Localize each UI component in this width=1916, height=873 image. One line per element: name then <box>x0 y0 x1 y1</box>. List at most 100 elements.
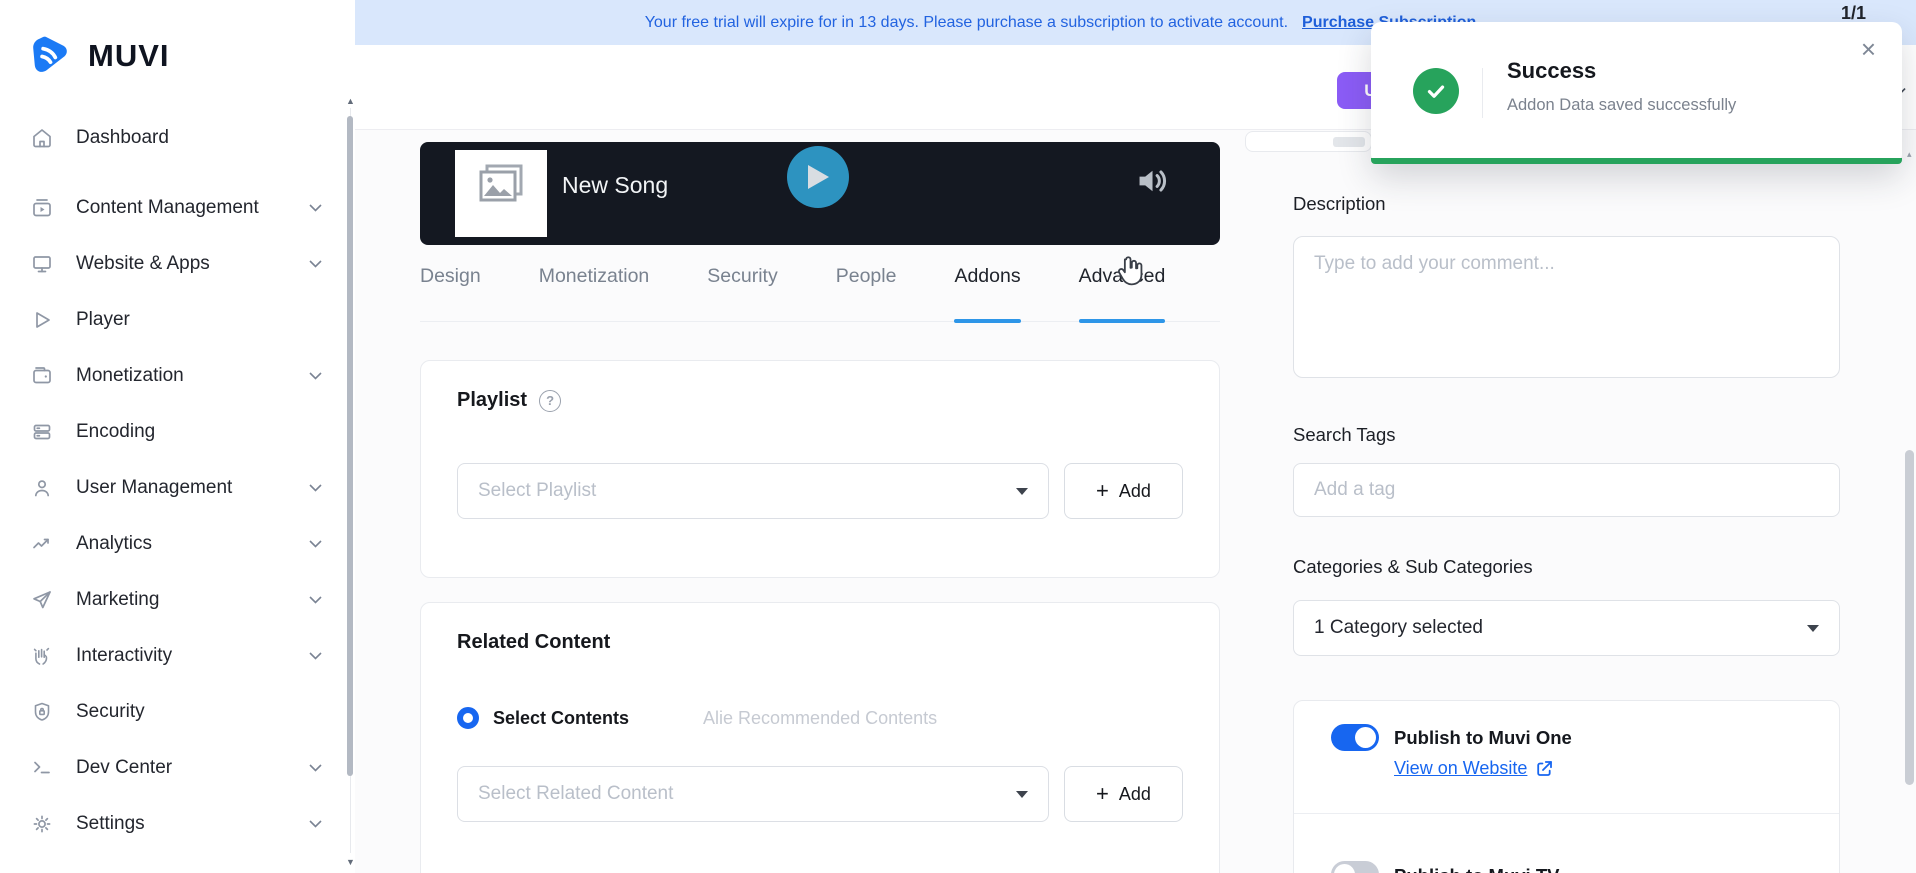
play-outline-icon <box>30 308 54 332</box>
tab-security[interactable]: Security <box>707 265 777 321</box>
plus-icon: + <box>1096 783 1109 805</box>
publish-muvi-tv-toggle[interactable] <box>1331 861 1379 873</box>
description-textarea[interactable] <box>1293 236 1840 378</box>
playlist-card: Playlist ? Select Playlist + Add <box>420 360 1220 578</box>
content-tabs: Design Monetization Security People Addo… <box>420 265 1220 322</box>
sidebar: MUVI Dashboard Content Management <box>0 0 355 873</box>
volume-icon[interactable] <box>1134 162 1172 200</box>
sidebar-item-encoding[interactable]: Encoding <box>0 404 344 460</box>
sidebar-item-analytics[interactable]: Analytics <box>0 516 344 572</box>
tab-addons[interactable]: Addons <box>954 265 1020 321</box>
sidebar-item-label: Encoding <box>76 421 155 443</box>
sidebar-item-dev-center[interactable]: Dev Center <box>0 740 344 796</box>
sidebar-item-label: Analytics <box>76 533 152 555</box>
server-stack-icon <box>30 420 54 444</box>
success-check-icon <box>1413 68 1459 114</box>
sidebar-item-settings[interactable]: Settings <box>0 796 344 852</box>
sidebar-item-user-management[interactable]: User Management <box>0 460 344 516</box>
sidebar-item-marketing[interactable]: Marketing <box>0 572 344 628</box>
publish-muvi-one-toggle[interactable] <box>1331 724 1379 751</box>
related-content-select-placeholder: Select Related Content <box>478 783 673 805</box>
sidebar-item-label: Dashboard <box>76 127 169 149</box>
sidebar-item-label: User Management <box>76 477 232 499</box>
home-icon <box>30 126 54 150</box>
view-on-website-link[interactable]: View on Website <box>1394 758 1554 779</box>
sidebar-item-label: Dev Center <box>76 757 172 779</box>
divider <box>1294 813 1839 814</box>
sidebar-item-label: Security <box>76 701 145 723</box>
sidebar-item-label: Monetization <box>76 365 184 387</box>
sidebar-scrollbar-thumb[interactable] <box>347 116 353 776</box>
help-icon[interactable]: ? <box>539 390 561 412</box>
trial-banner-message: Your free trial will expire for in 13 da… <box>645 14 1288 32</box>
sidebar-item-dashboard[interactable]: Dashboard <box>0 110 344 166</box>
caret-down-icon <box>1016 791 1028 798</box>
categories-label: Categories & Sub Categories <box>1293 556 1533 578</box>
play-button[interactable] <box>787 146 849 208</box>
tab-monetization[interactable]: Monetization <box>539 265 650 321</box>
tab-design[interactable]: Design <box>420 265 481 321</box>
track-thumbnail <box>455 150 547 237</box>
paper-plane-icon <box>30 588 54 612</box>
sidebar-item-website-apps[interactable]: Website & Apps <box>0 236 344 292</box>
track-title: New Song <box>562 172 668 199</box>
sidebar-item-label: Marketing <box>76 589 159 611</box>
sidebar-item-player[interactable]: Player <box>0 292 344 348</box>
related-content-add-label: Add <box>1119 784 1151 805</box>
publish-muvi-one-label: Publish to Muvi One <box>1394 727 1572 749</box>
chevron-down-icon <box>309 596 322 604</box>
close-icon[interactable]: × <box>1861 36 1876 62</box>
chevron-down-icon <box>309 652 322 660</box>
content-management-icon <box>30 196 54 220</box>
tab-advanced[interactable]: Advanced <box>1079 265 1166 321</box>
divider <box>1482 68 1483 118</box>
sidebar-item-security[interactable]: Security <box>0 684 344 740</box>
trend-chart-icon <box>30 532 54 556</box>
description-label: Description <box>1293 193 1386 215</box>
search-tags-label: Search Tags <box>1293 424 1396 446</box>
playlist-add-button[interactable]: + Add <box>1064 463 1183 519</box>
shield-lock-icon <box>30 700 54 724</box>
chevron-down-icon <box>309 372 322 380</box>
caret-down-icon <box>1807 625 1819 632</box>
scroll-down-arrow[interactable]: ▼ <box>346 857 355 867</box>
chevron-down-icon <box>309 820 322 828</box>
sidebar-item-label: Settings <box>76 813 145 835</box>
scroll-up-arrow[interactable]: ▴ <box>1907 149 1912 160</box>
publish-card: Publish to Muvi One View on Website Publ… <box>1293 700 1840 873</box>
scroll-up-arrow[interactable]: ▲ <box>346 96 355 106</box>
sidebar-item-label: Website & Apps <box>76 253 210 275</box>
gear-icon <box>30 812 54 836</box>
categories-selected-value: 1 Category selected <box>1314 617 1483 639</box>
radio-select-contents-label[interactable]: Select Contents <box>493 708 629 729</box>
radio-ai-recommended-label[interactable]: Alie Recommended Contents <box>703 708 937 729</box>
add-tag-input[interactable] <box>1293 463 1840 517</box>
related-content-add-button[interactable]: + Add <box>1064 766 1183 822</box>
muvi-cms-app: Your free trial will expire for in 13 da… <box>0 0 1916 873</box>
sidebar-item-monetization[interactable]: Monetization <box>0 348 344 404</box>
playlist-select[interactable]: Select Playlist <box>457 463 1049 519</box>
chevron-down-icon <box>309 204 322 212</box>
muvi-logo[interactable]: MUVI <box>28 33 170 79</box>
sidebar-item-content-management[interactable]: Content Management <box>0 180 344 236</box>
chevron-down-icon <box>309 540 322 548</box>
muvi-logo-icon <box>28 33 74 79</box>
related-content-title-row: Related Content <box>457 631 610 654</box>
page-scrollbar-thumb[interactable] <box>1905 450 1914 785</box>
sidebar-nav: Dashboard Content Management Website & A… <box>0 110 344 852</box>
view-on-website-label: View on Website <box>1394 758 1527 779</box>
chevron-down-icon <box>309 484 322 492</box>
sidebar-scrollbar: ▲ ▼ <box>346 96 355 867</box>
sidebar-item-label: Interactivity <box>76 645 172 667</box>
interactive-hand-icon <box>30 644 54 668</box>
wallet-icon <box>30 364 54 388</box>
terminal-icon <box>30 756 54 780</box>
radio-select-contents[interactable] <box>457 707 479 729</box>
categories-select[interactable]: 1 Category selected <box>1293 600 1840 656</box>
tab-people[interactable]: People <box>836 265 897 321</box>
sidebar-item-interactivity[interactable]: Interactivity <box>0 628 344 684</box>
related-content-title: Related Content <box>457 631 610 654</box>
related-content-select[interactable]: Select Related Content <box>457 766 1049 822</box>
sidebar-item-label: Player <box>76 309 130 331</box>
publish-muvi-tv-label: Publish to Muvi TV <box>1394 865 1559 873</box>
